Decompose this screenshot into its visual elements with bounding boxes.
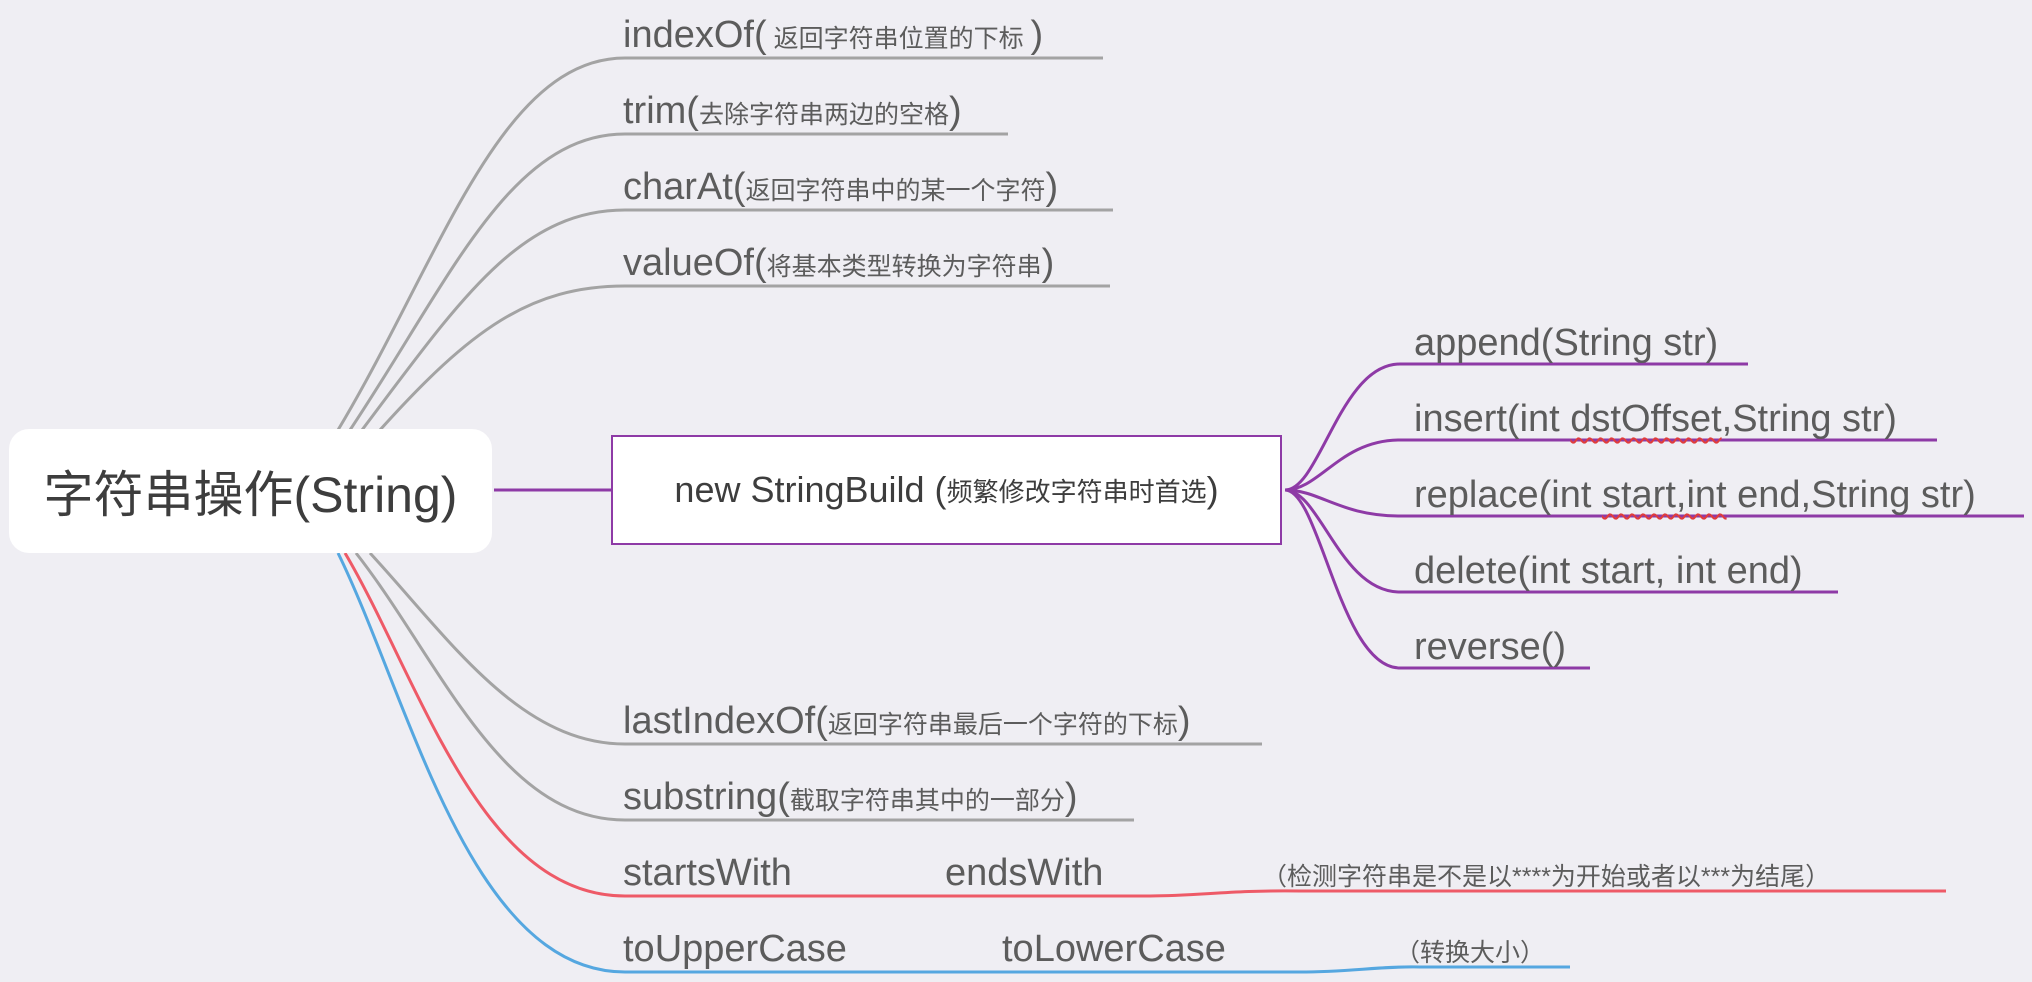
connector-touppercase	[336, 552, 1570, 974]
method-reverse[interactable]: reverse()	[1414, 626, 1566, 669]
method-replace-post: end,String str)	[1726, 474, 1976, 516]
method-append-label: append(String str)	[1414, 322, 1719, 364]
root-label: 字符串操作(String)	[43, 467, 458, 523]
connector-valueof	[378, 284, 1110, 432]
method-insert-pre: insert(int	[1414, 398, 1571, 440]
branch-trim-method: trim(	[623, 90, 699, 132]
branch-charat-close: )	[1045, 166, 1059, 208]
branch-trim-close: )	[948, 90, 962, 132]
stringbuild-desc: 频繁修改字符串时首选	[946, 476, 1207, 507]
method-append[interactable]: append(String str)	[1414, 322, 1718, 365]
branch-lastindexof-desc: 返回字符串最后一个字符的下标	[827, 711, 1178, 739]
branch-valueof-close: )	[1041, 242, 1055, 284]
branch-substring[interactable]: substring(截取字符串其中的一部分)	[623, 776, 1078, 819]
method-insert-post: ,String str)	[1721, 398, 1897, 440]
branch-lastindexof[interactable]: lastIndexOf(返回字符串最后一个字符的下标)	[623, 700, 1191, 743]
branch-trim[interactable]: trim(去除字符串两边的空格)	[623, 90, 962, 133]
branch-substring-close: )	[1064, 776, 1078, 818]
branch-valueof[interactable]: valueOf(将基本类型转换为字符串)	[623, 242, 1054, 285]
branch-indexof[interactable]: indexOf( 返回字符串位置的下标 )	[623, 14, 1043, 57]
method-delete-label: delete(int start, int end)	[1414, 550, 1803, 592]
branch-charat[interactable]: charAt(返回字符串中的某一个字符)	[623, 166, 1058, 209]
method-insert[interactable]: insert(int dstOffset,String str)	[1414, 398, 1897, 441]
branch-indexof-method: indexOf(	[623, 14, 767, 56]
case-convert-desc: （转换大小）	[1395, 939, 1546, 967]
branch-touppercase[interactable]: toUpperCase	[623, 928, 847, 971]
method-reverse-label: reverse()	[1414, 626, 1567, 668]
stringbuild-close: )	[1206, 469, 1219, 510]
method-replace-pre: replace(int	[1414, 474, 1602, 516]
root-node[interactable]: 字符串操作(String)	[9, 429, 492, 553]
branch-substring-desc: 截取字符串其中的一部分	[789, 787, 1065, 815]
branch-indexof-close: )	[1030, 14, 1044, 56]
branch-charat-desc: 返回字符串中的某一个字符	[745, 177, 1046, 205]
branch-tolowercase[interactable]: toLowerCase	[1002, 928, 1226, 971]
stringbuild-label: new StringBuild (	[674, 469, 947, 510]
method-delete[interactable]: delete(int start, int end)	[1414, 550, 1803, 593]
method-replace-spellcheck: start,int	[1601, 474, 1727, 516]
branch-case-desc: （转换大小）	[1395, 933, 1545, 969]
branch-endswith[interactable]: endsWith	[945, 852, 1103, 895]
branch-valueof-desc: 将基本类型转换为字符串	[766, 253, 1042, 281]
branch-indexof-desc: 返回字符串位置的下标	[766, 25, 1031, 53]
method-insert-spellcheck: dstOffset	[1570, 398, 1722, 440]
method-replace[interactable]: replace(int start,int end,String str)	[1414, 474, 1976, 517]
branch-endswith-label: endsWith	[945, 852, 1104, 894]
branch-charat-method: charAt(	[623, 166, 746, 208]
branch-starts-ends-desc: （检测字符串是不是以****为开始或者以***为结尾）	[1262, 857, 1830, 893]
branch-startswith[interactable]: startsWith	[623, 852, 792, 895]
branch-tolowercase-label: toLowerCase	[1002, 928, 1226, 970]
branch-startswith-label: startsWith	[623, 852, 792, 894]
branch-touppercase-label: toUpperCase	[623, 928, 847, 970]
stringbuild-node[interactable]: new StringBuild (频繁修改字符串时首选)	[611, 435, 1282, 545]
starts-ends-desc: （检测字符串是不是以****为开始或者以***为结尾）	[1262, 863, 1831, 891]
branch-trim-desc: 去除字符串两边的空格	[698, 101, 949, 129]
branch-lastindexof-close: )	[1177, 700, 1191, 742]
branch-lastindexof-method: lastIndexOf(	[623, 700, 828, 742]
branch-substring-method: substring(	[623, 776, 790, 818]
branch-valueof-method: valueOf(	[623, 242, 767, 284]
